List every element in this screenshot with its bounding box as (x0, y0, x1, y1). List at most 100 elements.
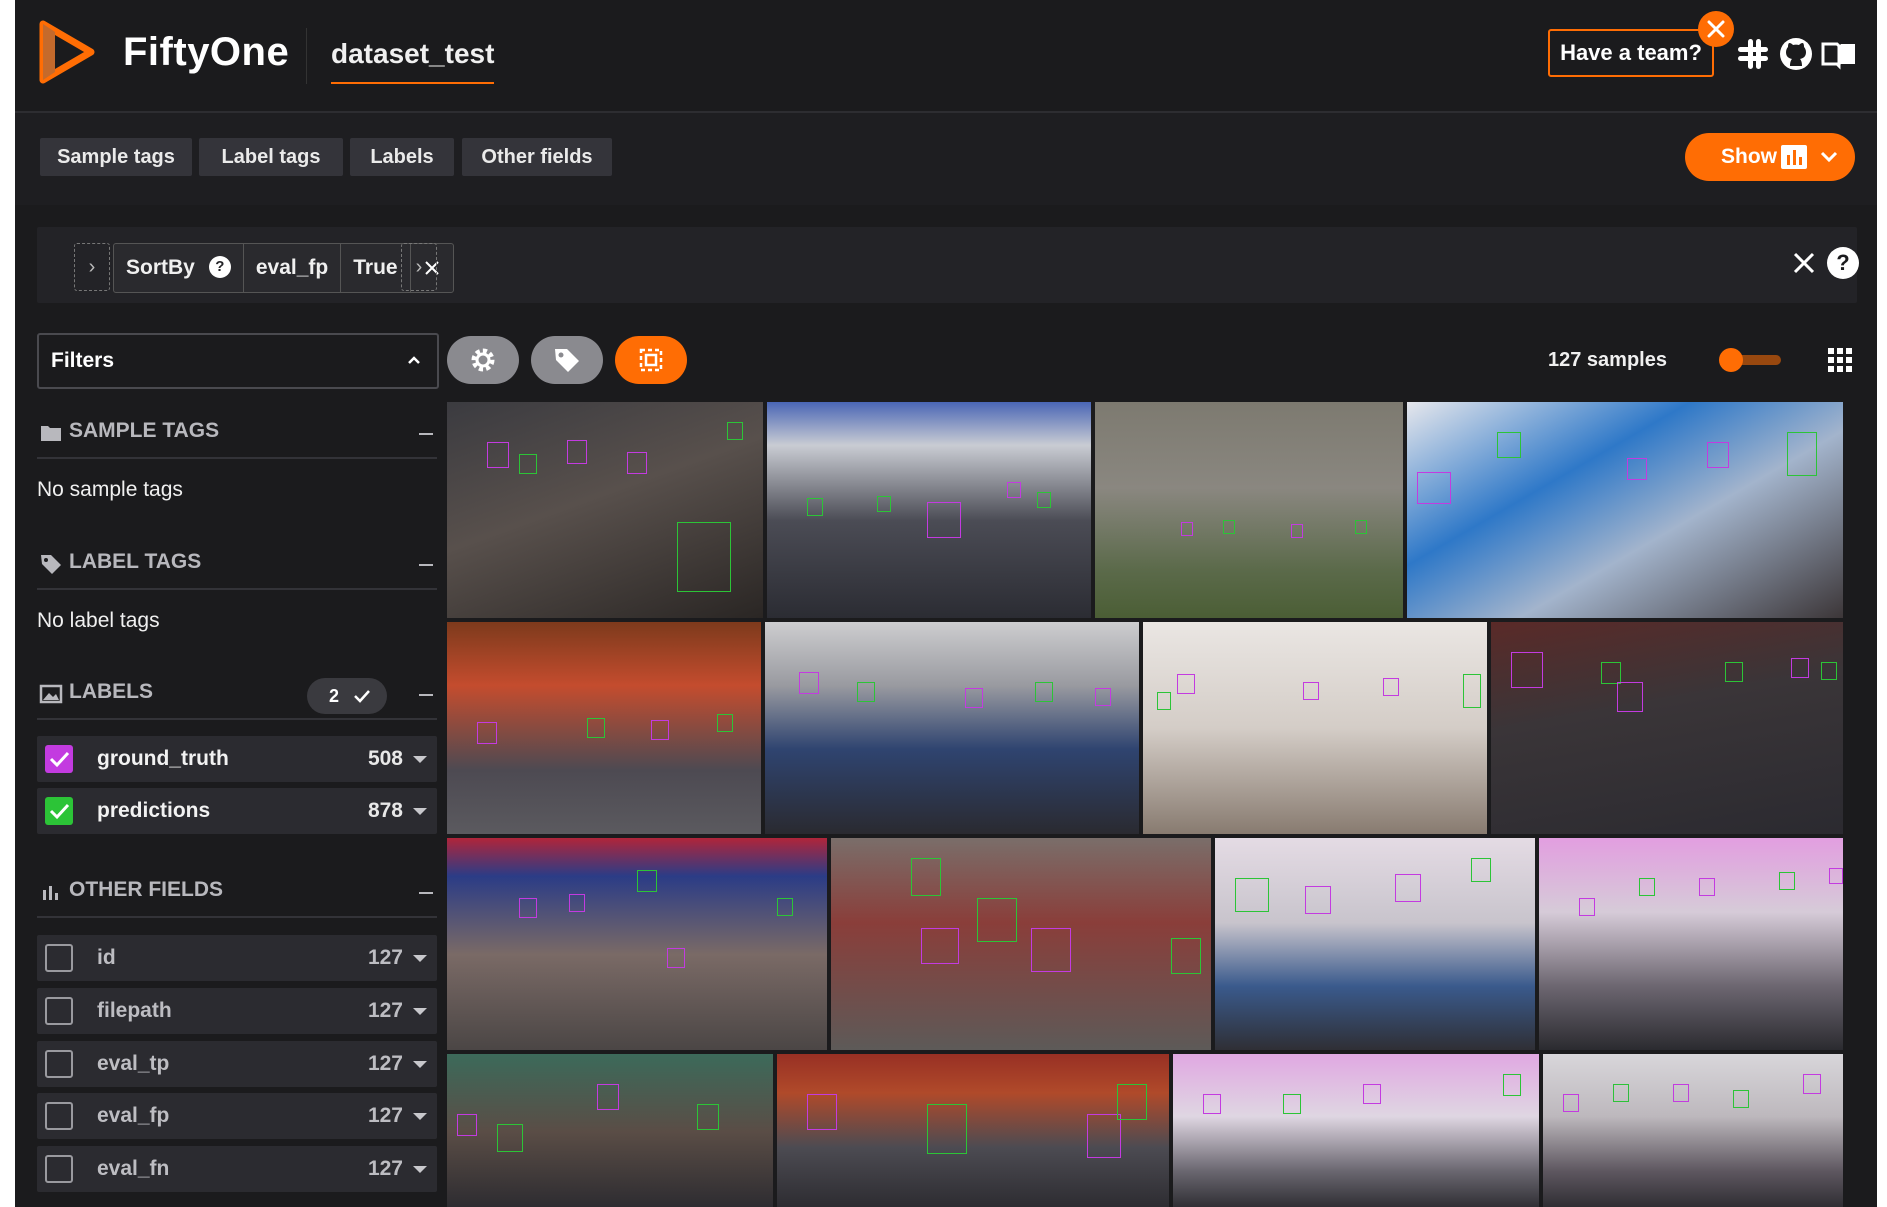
empty-message: No sample tags (37, 478, 183, 501)
field-count: 127 (367, 1157, 403, 1180)
zoom-slider-handle[interactable] (1719, 348, 1743, 372)
folder-icon (41, 426, 61, 441)
sample-thumbnail[interactable] (775, 1052, 1171, 1207)
sample-thumbnail[interactable] (1093, 400, 1405, 620)
sidebar-mode-select[interactable]: Filters (37, 333, 439, 389)
tab-other-fields[interactable]: Other fields (462, 138, 612, 176)
sample-thumbnail[interactable] (1489, 620, 1845, 836)
dataset-selector[interactable]: dataset_test (331, 38, 495, 84)
other-field-row[interactable]: filepath 127 (37, 988, 437, 1034)
other-field-row[interactable]: eval_fp 127 (37, 1093, 437, 1139)
collapse-icon[interactable] (419, 694, 433, 696)
add-stage-left-button[interactable]: › (74, 243, 110, 291)
field-count: 127 (367, 999, 403, 1022)
check-icon (49, 803, 70, 820)
other-fields-section[interactable]: OTHER FIELDS (37, 868, 437, 918)
patches-icon (639, 348, 663, 372)
chevron-down-icon (1820, 151, 1838, 163)
fiftyone-logo-icon[interactable] (37, 18, 97, 86)
stage-field[interactable]: eval_fp (244, 244, 342, 292)
section-title: LABELS (69, 680, 153, 703)
field-count: 127 (367, 946, 403, 969)
help-icon[interactable]: ? (208, 256, 231, 278)
sample-thumbnail[interactable] (829, 836, 1213, 1052)
expand-caret-icon[interactable] (413, 1008, 427, 1015)
field-name: predictions (97, 799, 211, 822)
sample-thumbnail[interactable] (445, 400, 765, 620)
sample-thumbnail[interactable] (1405, 400, 1845, 620)
expand-caret-icon[interactable] (413, 1166, 427, 1173)
checkbox[interactable] (45, 944, 73, 972)
checkbox-checked[interactable] (45, 745, 73, 773)
image-icon (39, 684, 63, 704)
labels-count-badge[interactable]: 2 (307, 678, 387, 714)
sample-thumbnail[interactable] (445, 1052, 775, 1207)
checkbox[interactable] (45, 1050, 73, 1078)
top-header: FiftyOne dataset_test Have a team? (15, 0, 1877, 113)
other-field-row[interactable]: eval_fn 127 (37, 1146, 437, 1192)
field-type-tabs: Sample tags Label tags Labels Other fiel… (15, 113, 1877, 205)
chevron-up-icon (408, 356, 420, 364)
expand-caret-icon[interactable] (413, 808, 427, 815)
help-icon[interactable]: ? (1827, 247, 1859, 279)
expand-caret-icon[interactable] (413, 1061, 427, 1068)
tab-sample-tags[interactable]: Sample tags (40, 138, 192, 176)
patches-button[interactable] (615, 336, 687, 384)
checkbox[interactable] (45, 1102, 73, 1130)
sample-thumbnail[interactable] (765, 400, 1093, 620)
github-icon[interactable] (1778, 36, 1814, 72)
grid-layout-icon[interactable] (1827, 347, 1853, 373)
collapse-icon[interactable] (419, 433, 433, 435)
docs-book-icon[interactable] (1821, 36, 1857, 72)
header-divider (306, 28, 307, 84)
app-name: FiftyOne (123, 30, 290, 74)
badge-count: 2 (329, 686, 340, 706)
checkbox-checked[interactable] (45, 797, 73, 825)
section-title: OTHER FIELDS (69, 878, 224, 901)
sample-tags-section[interactable]: SAMPLE TAGS (37, 409, 437, 459)
stage-name[interactable]: SortBy? (114, 244, 244, 292)
sample-thumbnail[interactable] (1537, 836, 1845, 1052)
collapse-icon[interactable] (419, 564, 433, 566)
other-field-row[interactable]: eval_tp 127 (37, 1041, 437, 1087)
tab-label-tags[interactable]: Label tags (199, 138, 343, 176)
sample-thumbnail[interactable] (1541, 1052, 1845, 1207)
slack-icon[interactable] (1735, 36, 1771, 72)
sample-thumbnail[interactable] (445, 836, 829, 1052)
expand-caret-icon[interactable] (413, 756, 427, 763)
grid-settings-button[interactable] (447, 336, 519, 384)
sample-thumbnail[interactable] (1171, 1052, 1541, 1207)
show-button[interactable]: Show (1685, 133, 1855, 181)
bar-chart-icon (43, 886, 58, 900)
samples-grid (445, 400, 1877, 1207)
check-icon (49, 751, 70, 768)
add-stage-right-button[interactable]: › (401, 243, 437, 291)
label-field-row[interactable]: predictions 878 (37, 788, 437, 834)
expand-caret-icon[interactable] (413, 1113, 427, 1120)
settings-gear-icon (471, 348, 495, 372)
collapse-icon[interactable] (419, 892, 433, 894)
view-stages-bar: › SortBy? eval_fp True › ? (37, 227, 1859, 303)
labels-section[interactable]: LABELS 2 (37, 670, 437, 720)
checkbox[interactable] (45, 1155, 73, 1183)
other-field-row[interactable]: id 127 (37, 935, 437, 981)
tab-labels[interactable]: Labels (350, 138, 454, 176)
tag-samples-button[interactable] (531, 336, 603, 384)
sample-thumbnail[interactable] (1213, 836, 1537, 1052)
field-name: eval_fn (97, 1157, 170, 1180)
sample-thumbnail[interactable] (763, 620, 1141, 836)
expand-caret-icon[interactable] (413, 955, 427, 962)
field-name: ground_truth (97, 747, 229, 770)
checkbox[interactable] (45, 997, 73, 1025)
clear-view-icon[interactable] (1792, 251, 1816, 275)
tag-icon (41, 555, 61, 574)
sidebar: Filters SAMPLE TAGS No sample tags LABEL… (37, 325, 439, 1207)
label-tags-section[interactable]: LABEL TAGS (37, 540, 437, 590)
check-icon (354, 690, 370, 703)
label-field-row[interactable]: ground_truth 508 (37, 736, 437, 782)
close-icon[interactable] (1698, 11, 1734, 47)
sample-thumbnail[interactable] (445, 620, 763, 836)
have-a-team-button[interactable]: Have a team? (1548, 29, 1714, 77)
sample-thumbnail[interactable] (1141, 620, 1489, 836)
field-name: eval_fp (97, 1104, 170, 1127)
